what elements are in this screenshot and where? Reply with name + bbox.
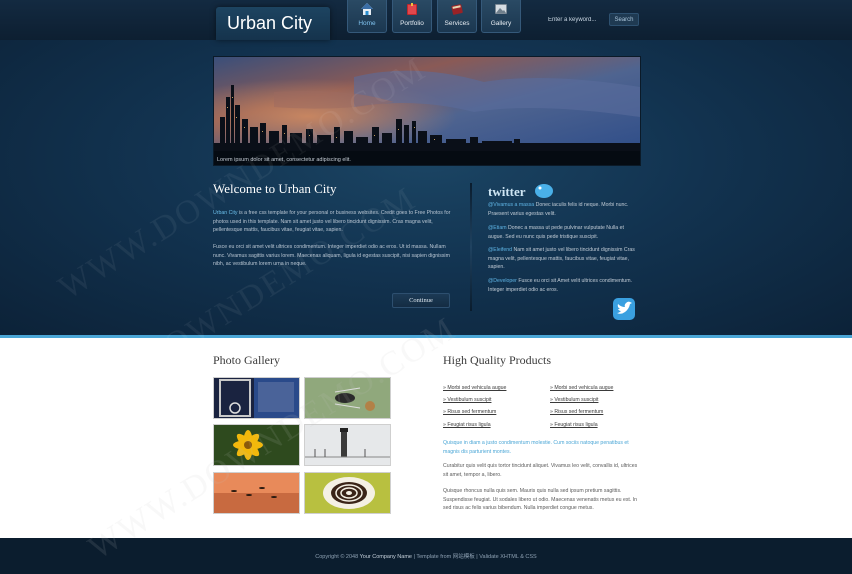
footer-separator: | Template from <box>411 554 453 560</box>
gallery-photo-coffee <box>305 473 390 513</box>
tweet-user[interactable]: @Developer <box>488 278 517 284</box>
search-input[interactable] <box>545 13 613 26</box>
tweet-user[interactable]: @Eleifend <box>488 247 512 253</box>
continue-button[interactable]: Continue <box>392 293 450 308</box>
product-link[interactable]: » Vestibulum suscipit <box>443 397 491 403</box>
twitter-logo: twitter <box>488 184 553 199</box>
product-link[interactable]: » Morbi sed vehicula augue <box>550 385 613 391</box>
gallery-thumb[interactable] <box>213 377 300 419</box>
products-highlight: Quisque in diam a justo condimentum mole… <box>443 440 629 455</box>
gallery-photo-birds <box>214 473 299 513</box>
hero-banner: Lorem ipsum dolor sit amet, consectetur … <box>213 56 641 166</box>
tweet-2: @Etiam Donec a massa ut pede pulvinar vu… <box>488 224 638 241</box>
product-link[interactable]: » Morbi sed vehicula augue <box>443 385 506 391</box>
nav-gallery-label: Gallery <box>490 20 512 27</box>
product-link[interactable]: » Risus sed fermentum <box>443 409 496 415</box>
footer-validate-links[interactable]: | Validate XHTML & CSS <box>475 554 536 560</box>
gallery-photo-insect <box>305 378 390 418</box>
footer-copyright-prefix: Copyright © 2048 <box>315 554 360 560</box>
gallery-thumb[interactable] <box>304 472 391 514</box>
tweet-text: Donec a massa ut pede pulvinar vulputate… <box>488 225 624 240</box>
welcome-paragraph-2: Fusce eu orci sit amet velit ultrices co… <box>213 244 450 267</box>
product-link[interactable]: » Feugiat risus ligula <box>443 422 491 428</box>
gallery-heading: Photo Gallery <box>213 353 280 367</box>
gallery-photo-window <box>214 378 299 418</box>
welcome-heading: Welcome to Urban City <box>213 181 337 196</box>
city-skyline-image <box>214 57 640 165</box>
gallery-photo-lighthouse <box>305 425 390 465</box>
products-heading: High Quality Products <box>443 353 551 367</box>
gallery-icon <box>495 4 507 14</box>
nav-home[interactable]: Home <box>347 0 387 33</box>
site-title: Urban City <box>227 13 313 33</box>
gallery-photo-flower <box>214 425 299 465</box>
nav-portfolio[interactable]: Portfolio <box>392 0 432 33</box>
nav-services[interactable]: Services <box>437 0 477 33</box>
tweet-3: @Eleifend Nam sit amet justo vel libero … <box>488 246 638 272</box>
banner-caption: Lorem ipsum dolor sit amet, consectetur … <box>217 157 351 163</box>
nav-gallery[interactable]: Gallery <box>481 0 521 33</box>
content-section <box>0 335 852 541</box>
product-link[interactable]: » Feugiat risus ligula <box>550 422 598 428</box>
site-logo[interactable]: Urban City <box>216 7 330 40</box>
footer-template-link[interactable]: 网站模板 <box>453 554 475 560</box>
tweet-user[interactable]: @Etiam <box>488 225 507 231</box>
gallery-thumb[interactable] <box>304 377 391 419</box>
portfolio-icon <box>407 3 417 15</box>
column-divider <box>470 183 472 311</box>
product-link[interactable]: » Risus sed fermentum <box>550 409 603 415</box>
home-icon <box>361 3 373 15</box>
twitter-bird-icon[interactable] <box>612 297 636 321</box>
footer-company-link[interactable]: Your Company Name <box>360 554 412 560</box>
gallery-thumb[interactable] <box>213 424 300 466</box>
tweet-4: @Developer Fusce eu orci sit Amet velit … <box>488 277 638 294</box>
products-paragraph-1: Curabitur quis velit quis tortor tincidu… <box>443 463 638 478</box>
welcome-highlight[interactable]: Urban City <box>213 210 238 216</box>
product-link[interactable]: » Vestibulum suscipit <box>550 397 598 403</box>
tweet-1: @Vivamus a massa Donec iaculis felis id … <box>488 201 638 218</box>
welcome-paragraph-1-text: is a free css template for your personal… <box>213 210 451 233</box>
search-button[interactable]: Search <box>609 13 639 26</box>
nav-portfolio-label: Portfolio <box>400 20 424 27</box>
tweet-user[interactable]: @Vivamus a massa <box>488 202 534 208</box>
gallery-thumb[interactable] <box>304 424 391 466</box>
products-paragraph-2: Quisque rhoncus nulla quis sem. Mauris q… <box>443 488 638 511</box>
services-icon <box>451 4 463 15</box>
footer-copyright: Copyright © 2048 Your Company Name | Tem… <box>0 552 852 560</box>
gallery-thumb[interactable] <box>213 472 300 514</box>
twitter-logo-text: twitter <box>488 184 526 199</box>
welcome-paragraph-1: Urban City is a free css template for yo… <box>213 209 453 235</box>
nav-services-label: Services <box>444 20 470 27</box>
nav-home-label: Home <box>358 20 376 27</box>
